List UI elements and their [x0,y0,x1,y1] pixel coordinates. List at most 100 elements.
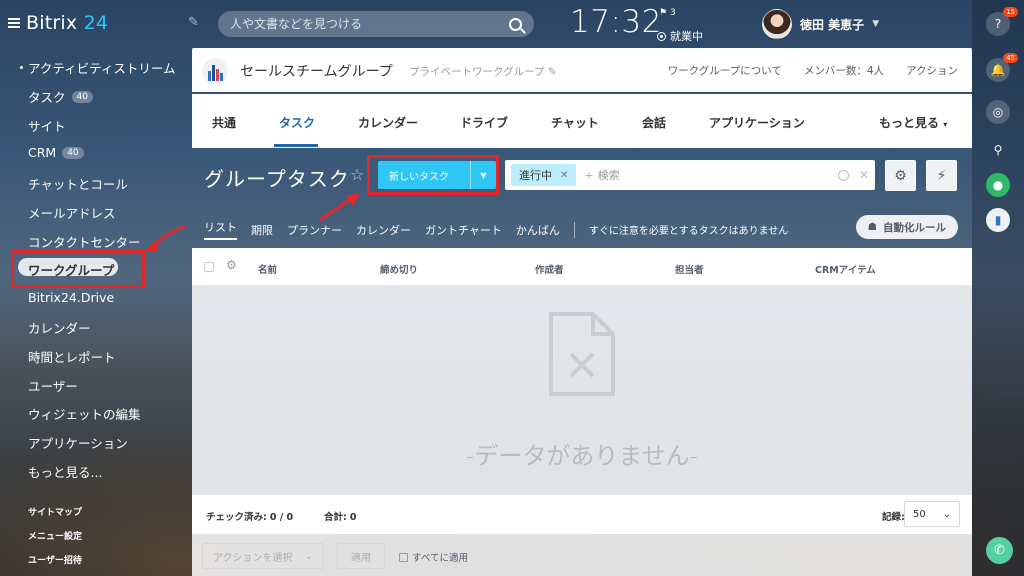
column-name[interactable]: 名前 [258,262,277,276]
search-icon[interactable] [837,169,849,181]
page-size-select[interactable]: 50 ⌄ [904,501,960,527]
group-avatar[interactable]: ▮ [986,208,1010,232]
sidebar-item-users[interactable]: ユーザー [28,376,78,395]
sidebar-item-more[interactable]: もっと見る... [28,462,102,481]
sidebar-item-time-reports[interactable]: 時間とレポート [28,347,116,366]
bell-icon: 🔔 [990,63,1006,77]
app-logo[interactable]: Bitrix 24 [8,12,108,34]
robot-icon: ☗ [867,221,877,233]
tab-conversations[interactable]: 会話 [642,114,666,131]
group-title[interactable]: セールスチームグループ [240,61,393,81]
sidebar-item-chat-calls[interactable]: チャットとコール [28,174,128,193]
user-menu[interactable]: 徳田 美恵子 ▼ [762,9,879,39]
filter-search-input[interactable] [597,168,838,182]
sidebar-item-crm[interactable]: CRM 40 [28,145,84,160]
view-tab-kanban[interactable]: かんばん [516,222,560,238]
active-tab-underline [274,144,318,147]
chevron-down-icon: ▾ [943,120,948,129]
members-link[interactable]: メンバー数：4人 [804,63,884,78]
gear-icon[interactable]: ⚙ [226,258,237,272]
sidebar-item-sites[interactable]: サイト [28,116,66,135]
clock: 17:32 [570,4,662,40]
total-count: 合計: 0 [324,512,357,523]
quick-action-button[interactable]: ⚡ [926,160,957,191]
invite-users-link[interactable]: ユーザー招待 [28,553,82,566]
sidebar-item-calendar[interactable]: カレンダー [28,318,91,337]
tab-drive[interactable]: ドライブ [460,114,508,131]
highlight-box-new-task [367,155,499,195]
automation-rules-button[interactable]: ☗ 自動化ルール [855,215,958,239]
work-status[interactable]: 就業中 [657,28,703,44]
sidebar-item-drive[interactable]: Bitrix24.Drive [28,290,114,305]
sitemap-link[interactable]: サイトマップ [28,505,82,518]
help-badge: 15 [1003,7,1018,17]
menu-icon[interactable] [8,18,20,28]
menu-settings-link[interactable]: メニュー設定 [28,529,82,542]
tab-applications[interactable]: アプリケーション [709,114,805,131]
tab-common[interactable]: 共通 [212,114,236,131]
group-logo-icon[interactable] [202,58,228,84]
sidebar-item-tasks[interactable]: タスク 40 [28,87,93,106]
crm-count-badge: 40 [62,146,84,159]
star-icon[interactable]: ☆ [350,165,364,184]
edit-pencil-icon[interactable]: ✎ [548,66,557,78]
page-title: グループタスク [204,167,350,191]
messenger-button[interactable]: ◎ [986,100,1010,124]
user-name: 徳田 美恵子 [800,17,865,32]
view-tab-calendar[interactable]: カレンダー [356,222,411,238]
group-logo-icon: ▮ [994,213,1002,227]
tab-tasks[interactable]: タスク [279,114,315,131]
search-icon: ⚲ [993,143,1003,157]
column-assignee[interactable]: 担当者 [675,262,704,276]
task-grid: ⚙ 名前 締め切り 作成者 担当者 CRMアイテム -データがありません- チェ… [192,248,972,576]
checked-count: チェック済み: 0 / 0 [206,512,294,523]
column-deadline[interactable]: 締め切り [380,262,418,276]
contact-avatar[interactable]: ● [986,173,1010,197]
close-icon[interactable]: ✕ [560,170,568,181]
task-toolbar: グループタスク ☆ 新しいタスク ▼ 進行中✕ + ✕ ⚙ ⚡ リスト 期限 プ… [192,148,972,248]
tab-calendar[interactable]: カレンダー [358,114,418,131]
column-crm-item[interactable]: CRMアイテム [815,262,876,276]
notifications-button[interactable]: 🔔 45 [986,53,1018,82]
tab-chat[interactable]: チャット [551,114,599,131]
view-tab-deadline[interactable]: 期限 [251,222,273,238]
apply-all-checkbox[interactable] [399,552,408,562]
about-group-link[interactable]: ワークグループについて [668,63,782,78]
search-input[interactable] [230,17,509,31]
chevron-down-icon: ▼ [872,19,880,29]
settings-button[interactable]: ⚙ [885,160,916,191]
edit-pencil-icon[interactable]: ✎ [188,15,199,30]
search-button[interactable]: ⚲ [986,138,1010,162]
tab-more[interactable]: もっと見る ▾ [879,114,947,131]
apply-button[interactable]: 適用 [337,543,385,569]
chevron-down-icon: ⌄ [942,508,951,520]
phone-icon: ✆ [994,543,1005,558]
right-bar: ? 15 🔔 45 ◎ ⚲ ● ▮ ✆ [972,0,1024,576]
global-search[interactable] [218,11,534,37]
sidebar-item-mail[interactable]: メールアドレス [28,203,116,222]
user-icon: ● [992,178,1004,192]
clear-icon[interactable]: ✕ [859,168,869,182]
sidebar-item-applications[interactable]: アプリケーション [28,433,128,452]
search-icon[interactable] [509,17,522,31]
flag-counter[interactable]: ⚑ 3 [659,8,676,18]
phone-button[interactable]: ✆ [986,537,1013,564]
task-filter[interactable]: 進行中✕ + ✕ [505,160,875,190]
records-label: 記録: [882,512,905,523]
help-button[interactable]: ? 15 [986,7,1018,36]
apply-all-option[interactable]: すべてに適用 [399,550,468,564]
actions-link[interactable]: アクション [906,63,958,78]
avatar[interactable] [762,9,792,39]
group-type: プライベートワークグループ ✎ [409,66,557,78]
flag-icon: ⚑ [659,8,668,18]
filter-chip[interactable]: 進行中 ✕ [511,164,577,186]
sidebar-item-widget-edit[interactable]: ウィジェットの編集 [28,404,141,423]
sidebar-item-contact-center[interactable]: コンタクトセンター [28,232,141,251]
view-tab-gantt[interactable]: ガントチャート [425,222,502,238]
top-bar: Bitrix 24 ✎ 17:32 ⚑ 3 就業中 徳田 美恵子 ▼ [0,0,972,48]
action-select[interactable]: アクションを選択 ⌄ [202,543,324,569]
sidebar-item-activity-stream[interactable]: アクティビティストリーム [28,58,176,77]
column-creator[interactable]: 作成者 [535,262,564,276]
select-all-checkbox[interactable] [204,262,214,272]
view-tab-list[interactable]: リスト [204,219,237,240]
